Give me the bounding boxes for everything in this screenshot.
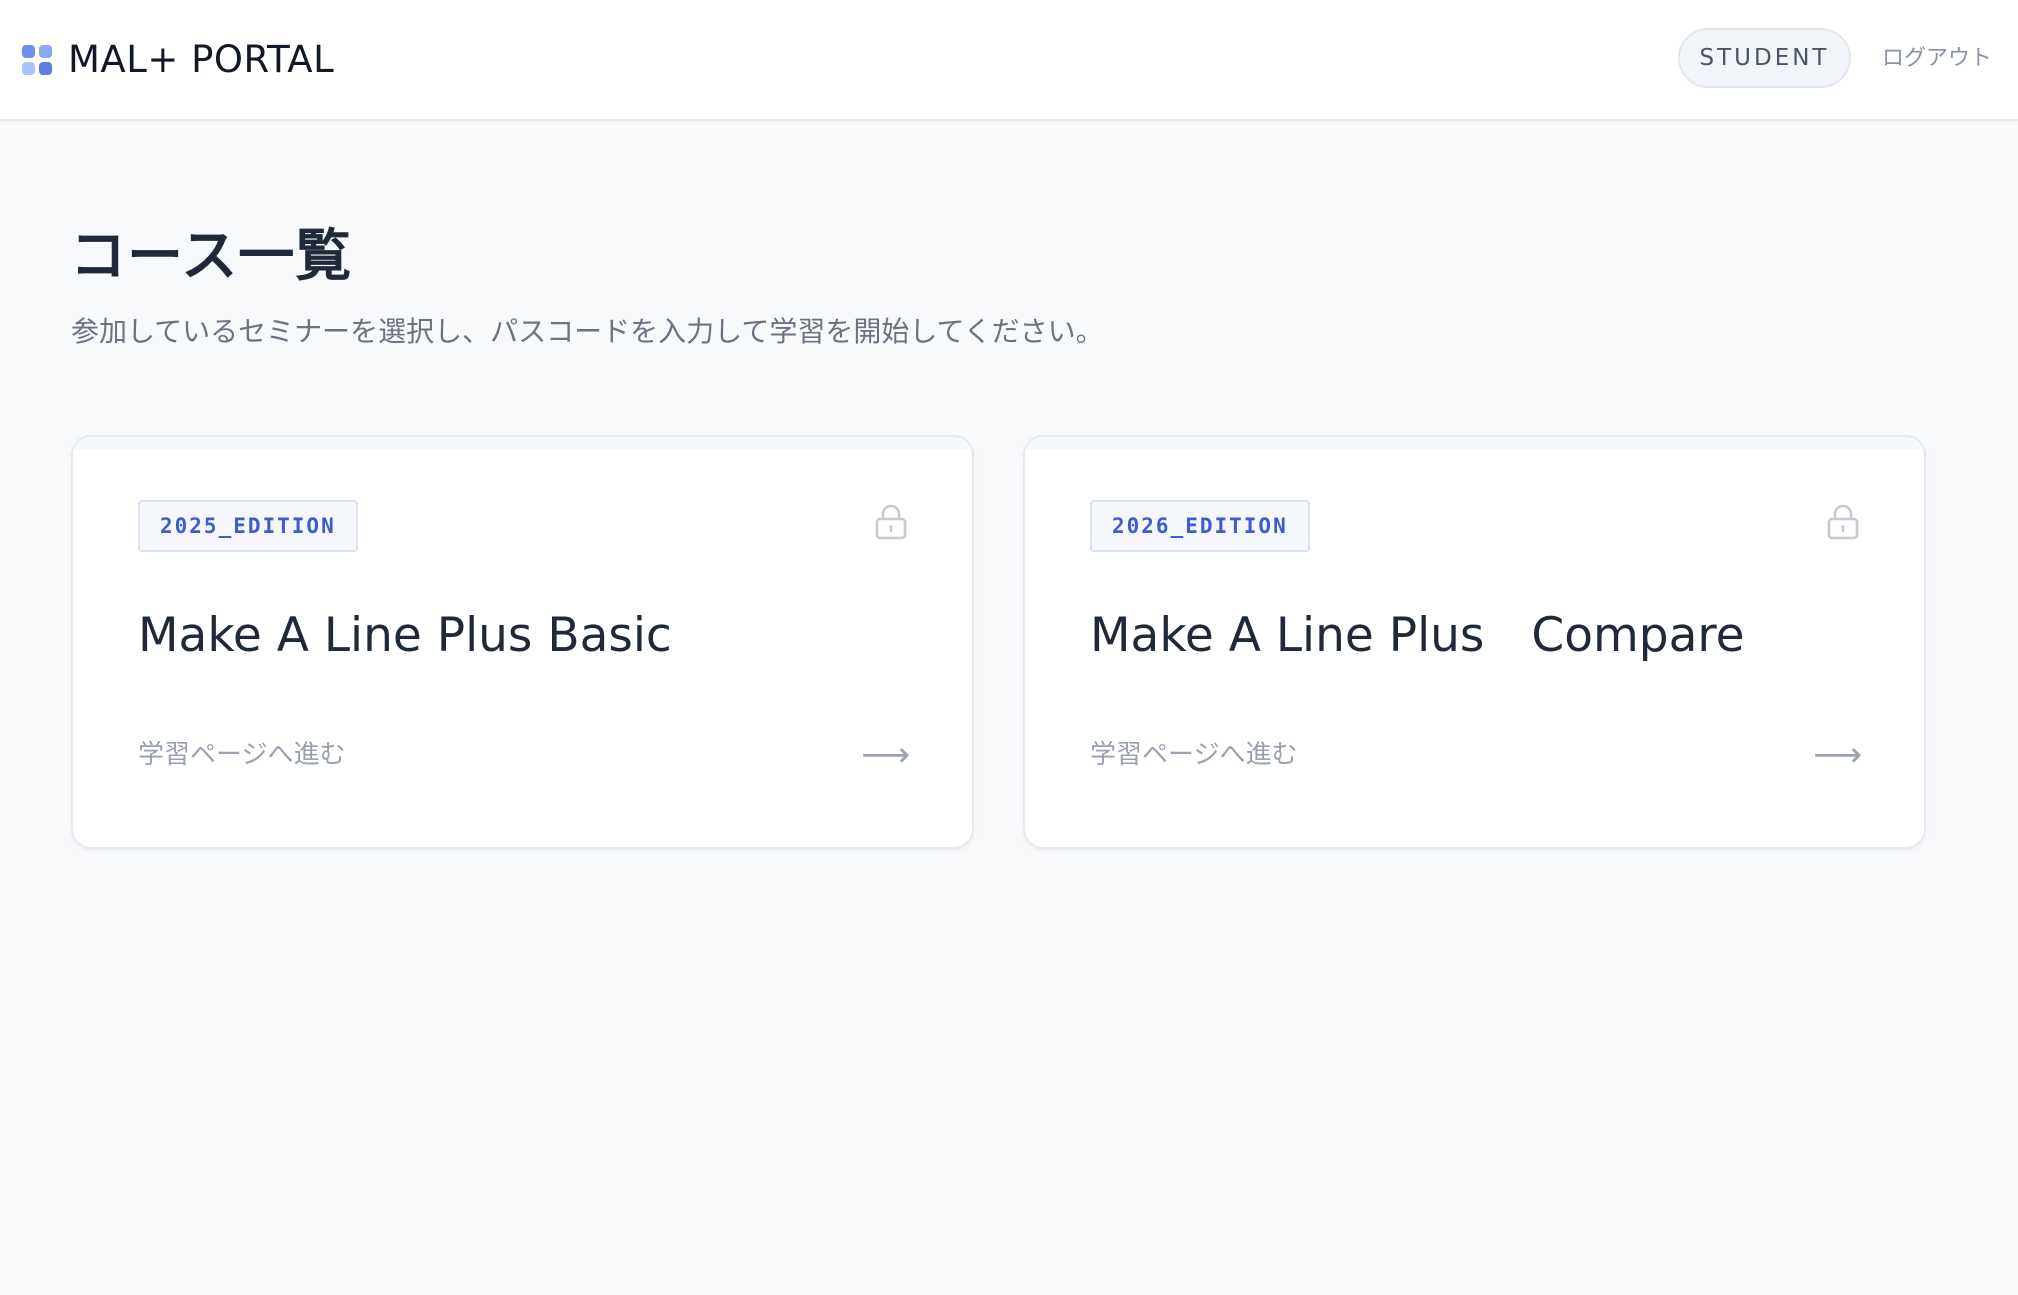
grid-logo-icon (22, 45, 52, 75)
edition-tag: 2025_EDITION (138, 500, 358, 552)
course-card-2025[interactable]: 2025_EDITION Make A Line Plus Basic 学習ペー… (71, 435, 974, 849)
app-title: MAL+ PORTAL (68, 38, 335, 81)
page-subtitle: 参加しているセミナーを選択し、パスコードを入力して学習を開始してください。 (71, 315, 1104, 348)
page-title: コース一覧 (70, 224, 353, 289)
course-card-2026[interactable]: 2026_EDITION Make A Line Plus Compare 学習… (1023, 435, 1926, 849)
course-title: Make A Line Plus Basic (138, 608, 672, 663)
proceed-label: 学習ページへ進む (138, 740, 346, 770)
lock-icon (875, 504, 907, 540)
logout-link[interactable]: ログアウト (1882, 44, 1992, 74)
lock-icon (1827, 504, 1859, 540)
arrow-right-icon: ⟶ (861, 735, 910, 775)
proceed-label: 学習ページへ進む (1090, 740, 1298, 770)
course-title: Make A Line Plus Compare (1090, 608, 1745, 663)
top-header: MAL+ PORTAL STUDENT ログアウト (0, 0, 2018, 121)
app-logo[interactable]: MAL+ PORTAL (22, 40, 334, 80)
edition-tag: 2026_EDITION (1090, 500, 1310, 552)
arrow-right-icon: ⟶ (1813, 735, 1862, 775)
role-badge: STUDENT (1678, 28, 1851, 88)
